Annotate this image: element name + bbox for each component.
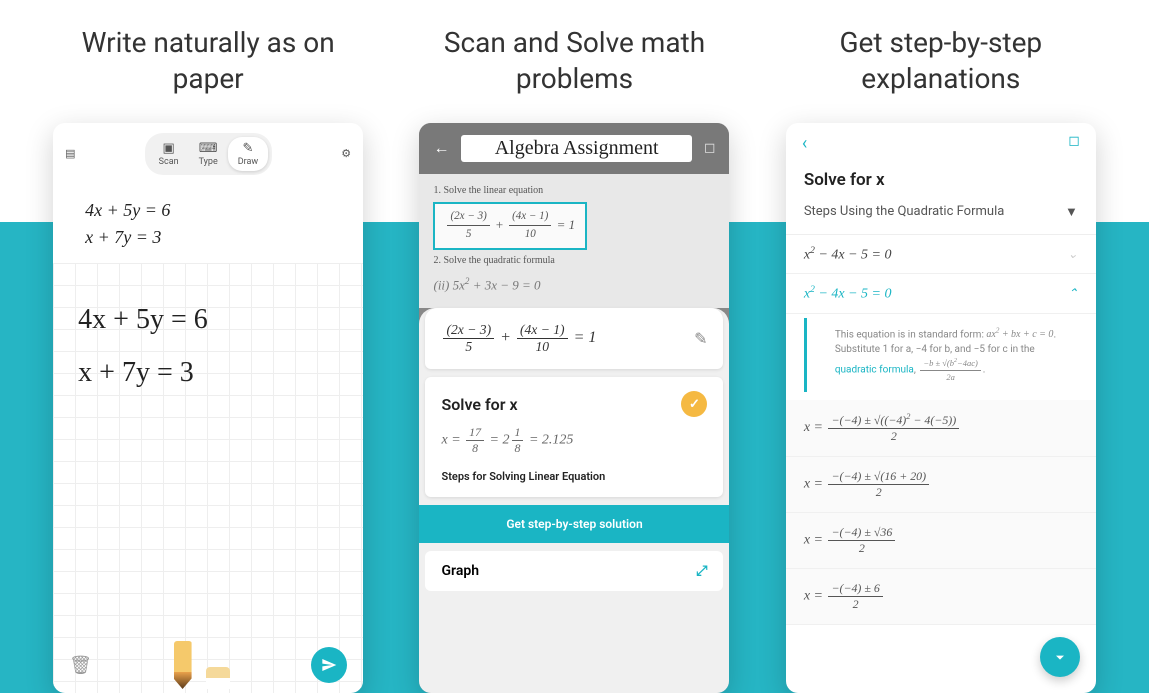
work-step-2: x = −(−4) ± √(16 + 20)2: [786, 457, 1096, 513]
scan-eq-2: (ii) 5x2 + 3x − 9 = 0: [433, 272, 715, 298]
scanned-paper: 1. Solve the linear equation (2x − 3)5 +…: [419, 174, 729, 308]
solve-title: Solve for x: [441, 395, 517, 414]
step-row-1[interactable]: x2 − 4x − 5 = 0 ⌄: [786, 235, 1096, 275]
chevron-down-icon: ⌄: [1068, 247, 1078, 262]
scroll-down-button[interactable]: [1040, 637, 1080, 677]
graph-label: Graph: [441, 563, 479, 579]
quadratic-link[interactable]: quadratic formula: [835, 365, 914, 376]
mode-scan[interactable]: ▣ Scan: [149, 137, 189, 171]
phone-2: ← Algebra Assignment ◻ 1. Solve the line…: [419, 123, 729, 693]
mode-switcher: ▣ Scan ⌨ Type ✎ Draw: [145, 133, 273, 175]
settings-icon[interactable]: ⚙: [341, 147, 351, 160]
work-step-1: x = −(−4) ± √((−4)2 − 4(−5))2: [786, 400, 1096, 457]
chevron-down-icon: ▼: [1065, 204, 1078, 220]
drawing-canvas[interactable]: 4x + 5y = 6 x + 7y = 3 🗑: [53, 263, 363, 693]
bookmark-icon[interactable]: ◻: [704, 140, 716, 156]
hand-line-1: 4x + 5y = 6: [78, 293, 338, 346]
handwriting: 4x + 5y = 6 x + 7y = 3: [78, 293, 338, 399]
headline-2: Scan and Solve math problems: [406, 25, 742, 98]
assignment-title: Algebra Assignment: [461, 135, 691, 162]
panel-steps: Get step-by-step explanations ‹ ◻ Solve …: [773, 10, 1109, 693]
headline-3: Get step-by-step explanations: [773, 25, 1109, 98]
get-solution-button[interactable]: Get step-by-step solution: [419, 505, 729, 543]
trash-icon[interactable]: 🗑: [69, 655, 92, 676]
steps-label: Steps for Solving Linear Equation: [441, 470, 707, 483]
check-icon: ✓: [681, 391, 707, 417]
work-step-3: x = −(−4) ± √362: [786, 513, 1096, 569]
recognized-equations: 4x + 5y = 6 x + 7y = 3: [53, 185, 363, 263]
panel-scan: Scan and Solve math problems ← Algebra A…: [406, 10, 742, 693]
work-step-4: x = −(−4) ± 62: [786, 569, 1096, 625]
scan-instruction-2: 2. Solve the quadratic formula: [433, 253, 715, 269]
edit-icon[interactable]: ✎: [694, 329, 707, 349]
submit-button[interactable]: [311, 647, 347, 683]
phone-1: ▤ ▣ Scan ⌨ Type ✎ Draw ⚙: [53, 123, 363, 693]
expand-icon[interactable]: ⤢: [696, 563, 707, 579]
step-explanation: This equation is in standard form: ax2 +…: [804, 318, 1078, 392]
keyboard-icon: ⌨: [199, 141, 218, 156]
scan-target-box[interactable]: (2x − 3)5 + (4x − 1)10 = 1: [433, 202, 587, 250]
panel-write: Write naturally as on paper ▤ ▣ Scan ⌨ T…: [40, 10, 376, 693]
hand-icon: ✎: [242, 141, 253, 156]
eraser-tool[interactable]: [206, 667, 230, 689]
dropdown-label: Steps Using the Quadratic Formula: [804, 204, 1004, 220]
chevron-up-icon: ⌃: [1068, 286, 1078, 301]
graph-card[interactable]: Graph ⤢: [425, 551, 723, 591]
solve-result: x = 178 = 218 = 2.125: [441, 425, 707, 456]
back-icon[interactable]: ‹: [802, 133, 807, 154]
typed-line-2: x + 7y = 3: [85, 224, 331, 251]
camera-icon: ▣: [162, 141, 174, 156]
send-icon: [321, 657, 337, 673]
result-sheet: (2x − 3)5 + (4x − 1)10 = 1 ✎ Solve for x…: [419, 308, 729, 693]
hand-line-2: x + 7y = 3: [78, 346, 338, 399]
method-dropdown[interactable]: Steps Using the Quadratic Formula ▼: [786, 196, 1096, 235]
solve-card: Solve for x ✓ x = 178 = 218 = 2.125 Step…: [425, 377, 723, 497]
mode-draw[interactable]: ✎ Draw: [228, 137, 268, 171]
bookmark-icon[interactable]: ◻: [1068, 133, 1080, 154]
scan-instruction-1: 1. Solve the linear equation: [433, 183, 715, 199]
step-row-2[interactable]: x2 − 4x − 5 = 0 ⌃: [786, 274, 1096, 314]
phone-3: ‹ ◻ Solve for x Steps Using the Quadrati…: [786, 123, 1096, 693]
mode-type[interactable]: ⌨ Type: [189, 137, 228, 171]
detected-equation: (2x − 3)5 + (4x − 1)10 = 1 ✎: [441, 322, 707, 355]
headline-1: Write naturally as on paper: [40, 25, 376, 98]
back-icon[interactable]: ←: [433, 138, 449, 158]
pencil-tool[interactable]: [174, 641, 192, 689]
solve-title: Solve for x: [786, 164, 1096, 196]
history-icon[interactable]: ▤: [65, 147, 75, 160]
arrow-down-icon: [1052, 649, 1068, 665]
typed-line-1: 4x + 5y = 6: [85, 197, 331, 224]
